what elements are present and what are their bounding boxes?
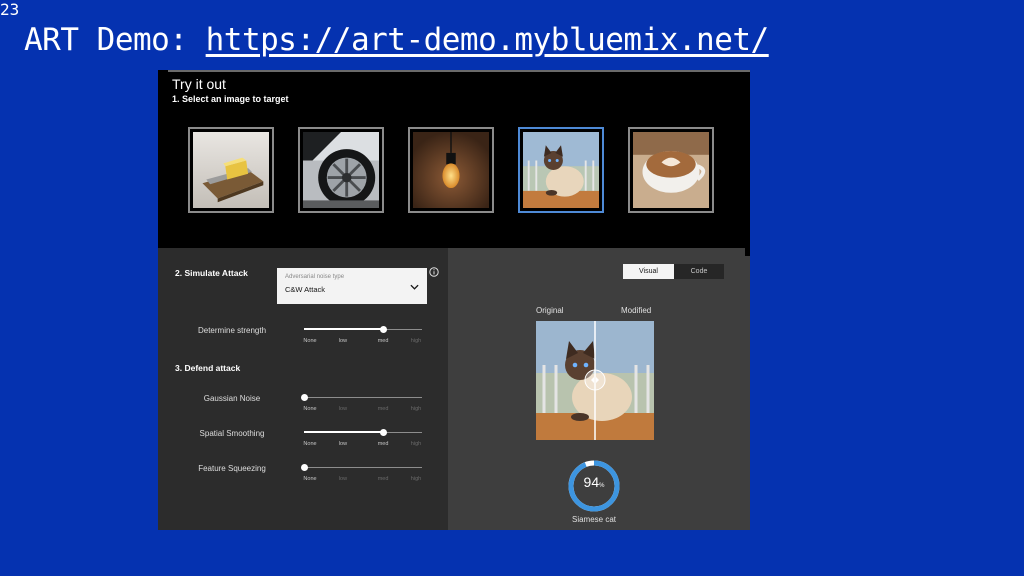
try-it-out-heading: Try it out — [172, 76, 226, 92]
feature-squeezing-slider[interactable]: None low med high — [300, 463, 422, 485]
slider-tick-low: low — [338, 476, 348, 482]
noise-type-select[interactable]: Adversarial noise type C&W Attack — [277, 268, 427, 304]
tab-visual[interactable]: Visual — [623, 264, 674, 279]
panel-edge — [168, 70, 750, 72]
thumbnail-siamese-cat[interactable] — [518, 127, 604, 213]
thumbnail-car-wheel[interactable] — [298, 127, 384, 213]
slider-handle[interactable] — [300, 464, 308, 471]
slider-tick-low: low — [338, 441, 348, 447]
info-icon[interactable] — [429, 267, 439, 277]
slider-handle[interactable] — [300, 394, 308, 401]
slider-handle[interactable] — [379, 326, 387, 333]
slider-tick-med: med — [377, 338, 389, 344]
modified-label: Modified — [621, 306, 652, 315]
slider-tick-low: low — [338, 406, 348, 412]
art-demo-app: Try it out 1. Select an image to target — [158, 70, 750, 530]
slide-number: 23 — [0, 0, 20, 19]
title-prefix: ART Demo: — [24, 22, 206, 58]
thumbnail-coffee-cup[interactable] — [628, 127, 714, 213]
slider-track[interactable] — [304, 467, 422, 468]
thumbnail-light-bulb[interactable] — [408, 127, 494, 213]
simulate-attack-heading: 2. Simulate Attack — [175, 268, 248, 278]
thumbnail-mousetrap[interactable] — [188, 127, 274, 213]
spatial-smoothing-label: Spatial Smoothing — [199, 429, 265, 438]
slider-tick-none: None — [303, 441, 317, 447]
slider-tick-med: med — [377, 476, 389, 482]
slider-tick-high: high — [410, 476, 422, 482]
noise-type-label: Adversarial noise type — [285, 274, 345, 280]
slider-tick-med: med — [377, 406, 389, 412]
slider-tick-low: low — [338, 338, 348, 344]
slider-tick-none: None — [303, 406, 317, 412]
slide-title: ART Demo: https://art-demo.mybluemix.net… — [24, 22, 769, 58]
result-panel: Visual Code Original Modified 94% Siames… — [448, 248, 750, 530]
slider-tick-high: high — [410, 338, 422, 344]
slider-track[interactable] — [304, 397, 422, 398]
view-toggle: Visual Code — [623, 264, 724, 279]
split-handle-icon[interactable] — [584, 369, 606, 391]
slider-tick-none: None — [303, 338, 317, 344]
noise-type-value: C&W Attack — [285, 285, 326, 294]
slider-tick-high: high — [410, 406, 422, 412]
defend-attack-heading: 3. Defend attack — [175, 363, 241, 373]
select-image-step: 1. Select an image to target — [172, 94, 289, 104]
panel-notch — [745, 248, 750, 256]
image-comparison-slider[interactable] — [536, 321, 654, 440]
chevron-down-icon — [410, 284, 419, 290]
confidence-value: 94% — [583, 474, 605, 490]
slider-tick-none: None — [303, 476, 317, 482]
gaussian-noise-label: Gaussian Noise — [203, 394, 261, 403]
image-selection-panel: Try it out 1. Select an image to target — [158, 70, 750, 248]
slider-handle[interactable] — [379, 429, 387, 436]
strength-slider[interactable]: None low med high — [303, 325, 422, 347]
original-label: Original — [536, 306, 564, 315]
spatial-smoothing-slider[interactable]: None low med high — [303, 428, 422, 450]
feature-squeezing-label: Feature Squeezing — [198, 464, 266, 473]
slider-tick-high: high — [410, 441, 422, 447]
attack-defense-panel: 2. Simulate Attack Adversarial noise typ… — [158, 248, 448, 530]
predicted-class-label: Siamese cat — [571, 515, 617, 524]
strength-label: Determine strength — [197, 326, 267, 335]
slider-fill — [304, 328, 384, 330]
slider-fill — [304, 431, 384, 433]
tab-code[interactable]: Code — [674, 264, 724, 279]
demo-link[interactable]: https://art-demo.mybluemix.net/ — [206, 22, 770, 58]
gaussian-noise-slider[interactable]: None low med high — [300, 393, 422, 415]
slider-tick-med: med — [377, 441, 389, 447]
